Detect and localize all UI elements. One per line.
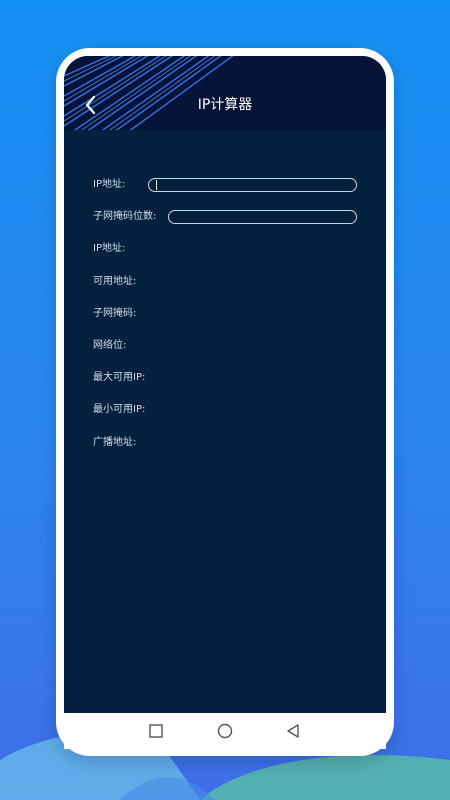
result-subnet-mask-label: 子网掩码: [93,308,137,319]
ip-input-label: IP地址: [93,179,126,190]
app-screenshot: IP计算器 IP地址: 子网掩码位数: IP地址: 可用地址: 子网掩码: 网络… [0,0,450,800]
result-network-bits-label: 网络位: [93,340,127,351]
mask-bits-input[interactable] [168,210,357,224]
system-nav-bar [64,713,386,749]
result-usable-address-label: 可用地址: [93,276,137,287]
text-cursor [156,180,157,190]
header-lines-decoration [64,56,234,130]
result-ip-address-label: IP地址: [93,243,126,254]
result-max-usable-ip-label: 最大可用IP: [93,372,146,383]
ip-address-input[interactable] [148,178,357,192]
page-title: IP计算器 [197,97,253,113]
circle-icon[interactable] [216,722,234,740]
triangle-left-icon[interactable] [284,722,302,740]
result-broadcast-label: 广播地址: [93,437,137,448]
square-icon[interactable] [147,722,165,740]
app-screen: IP计算器 IP地址: 子网掩码位数: IP地址: 可用地址: 子网掩码: 网络… [64,56,386,713]
header-bar: IP计算器 [64,56,386,130]
mask-bits-label: 子网掩码位数: [93,211,157,222]
result-min-usable-ip-label: 最小可用IP: [93,404,146,415]
